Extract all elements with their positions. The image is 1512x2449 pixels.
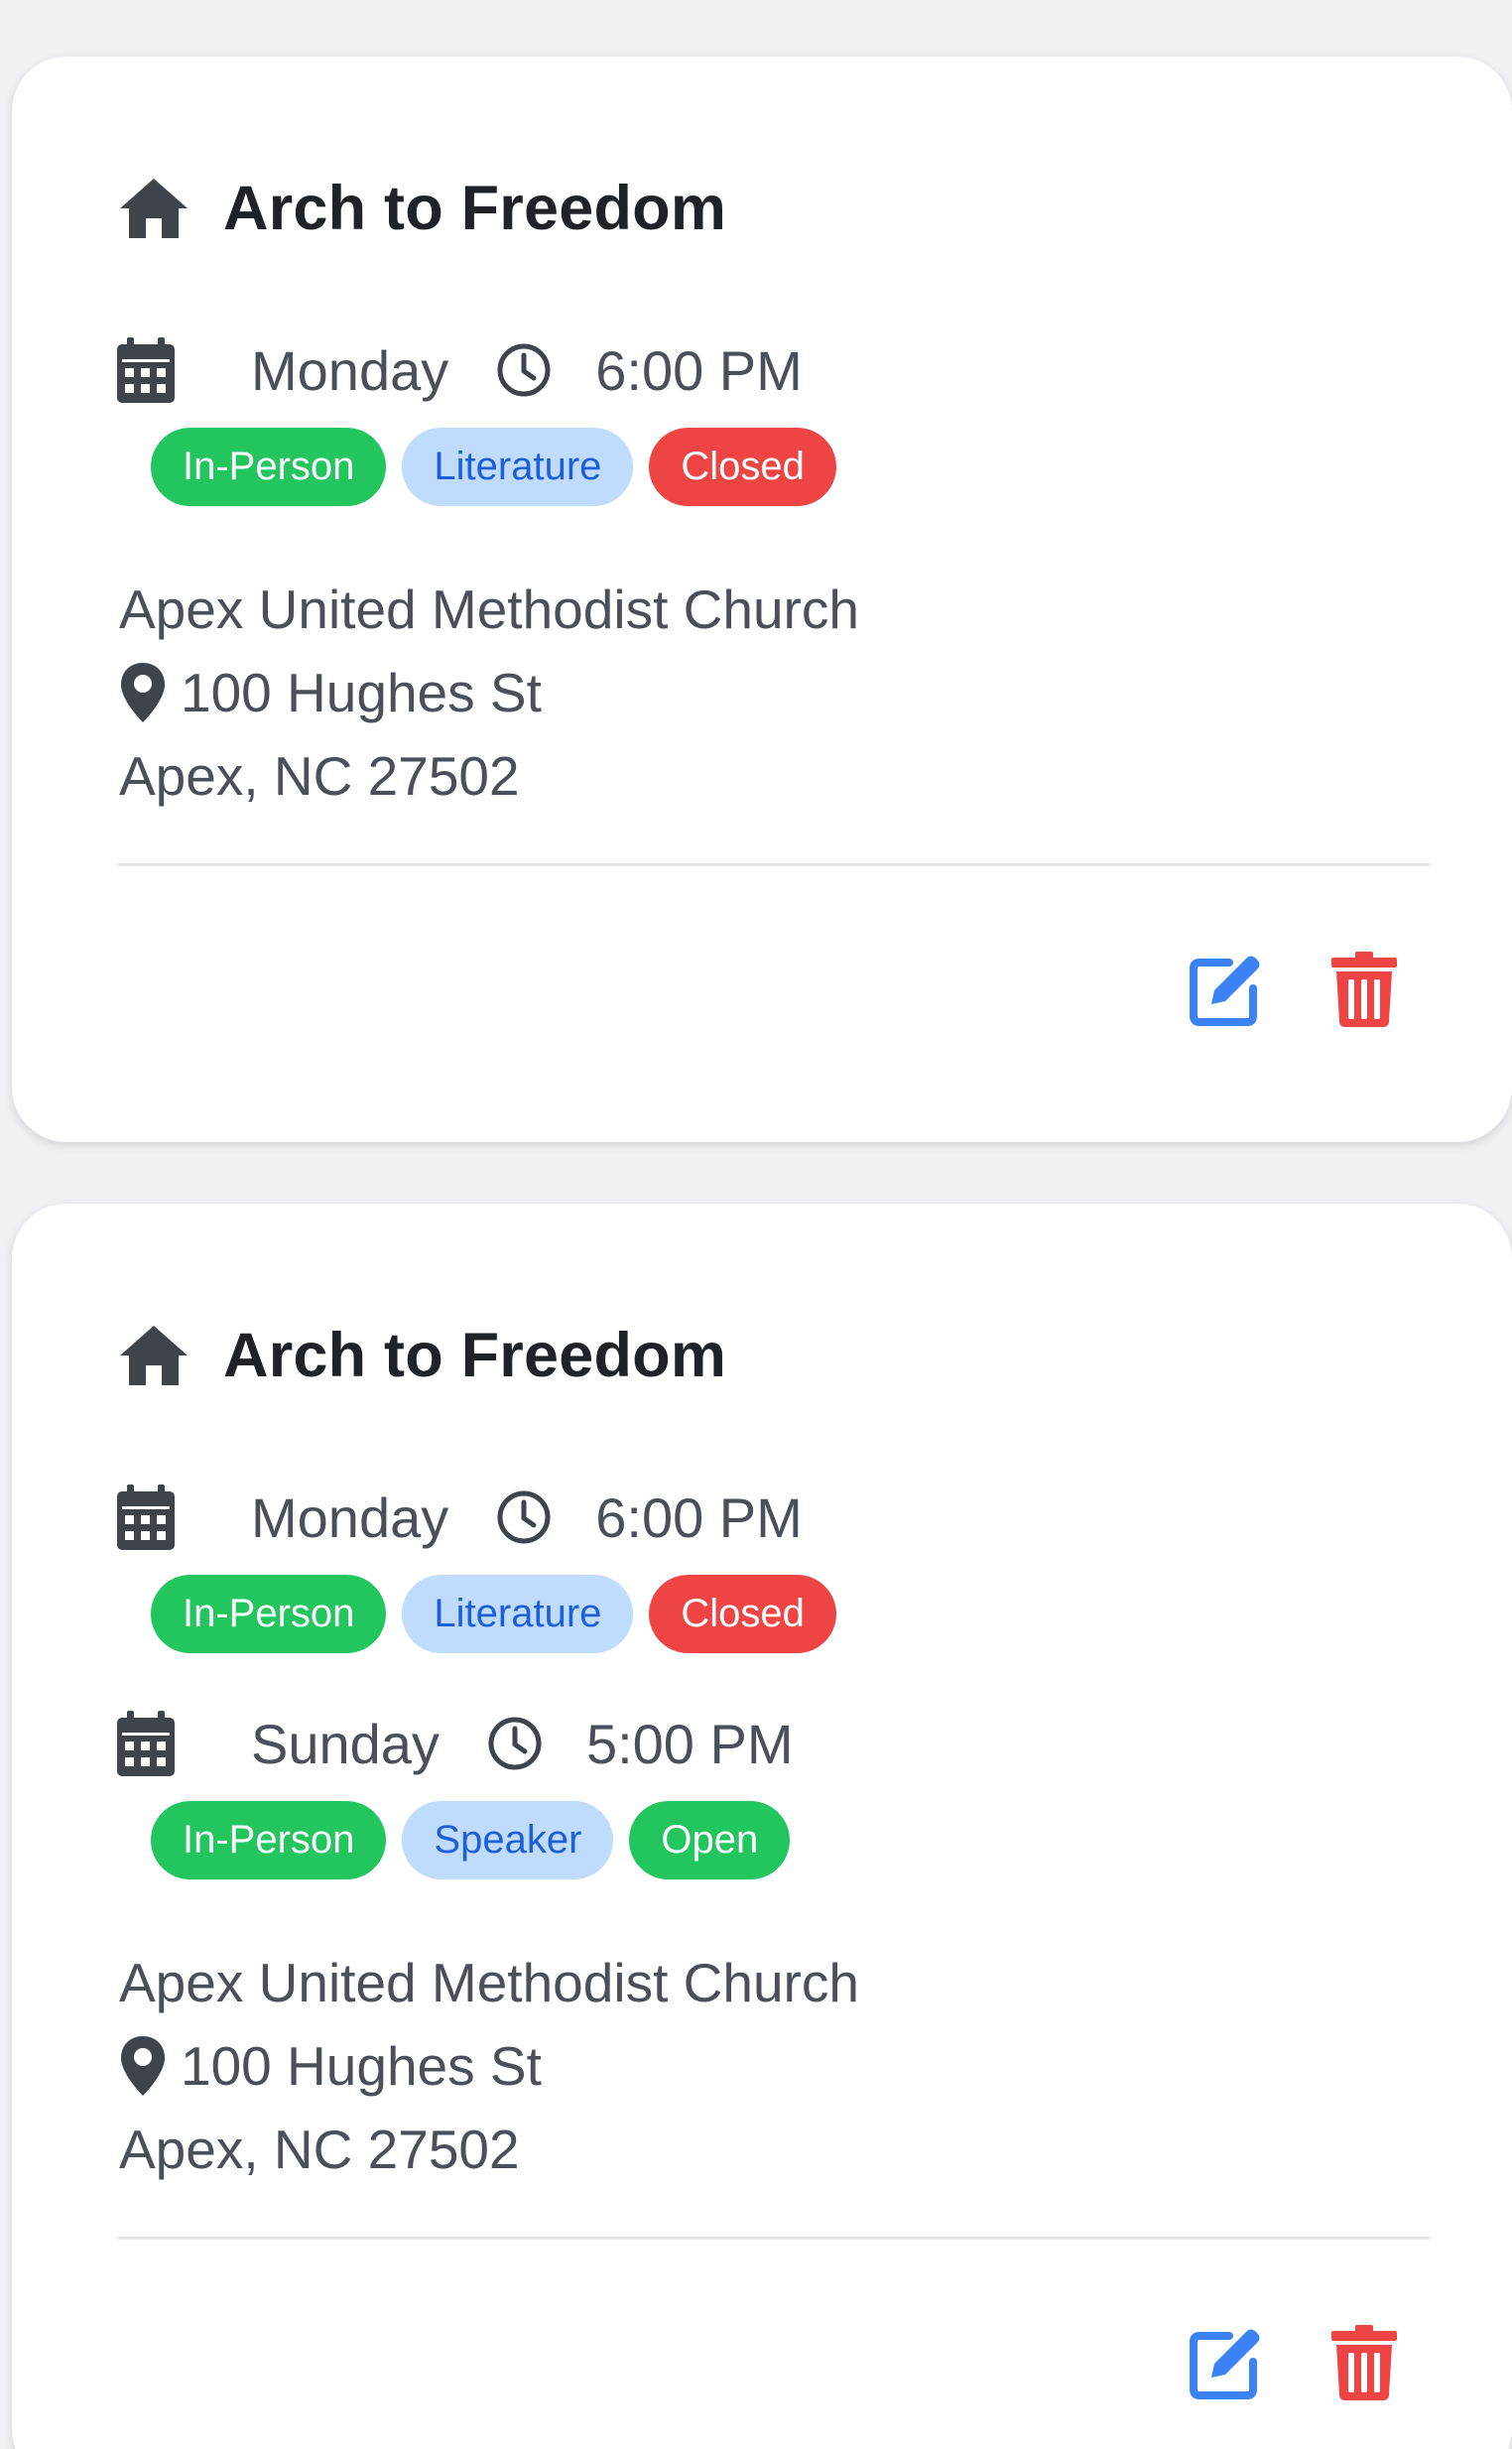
schedule-row: Monday 6:00 PM [117,330,803,410]
tag-format: In-Person [151,427,387,506]
map-pin-icon [121,663,165,722]
tag-format: In-Person [151,1800,387,1879]
tag-type: Speaker [402,1800,614,1879]
schedule-row: Monday 6:00 PM [117,1478,803,1557]
street-address: 100 Hughes St [119,2024,859,2108]
venue-name: Apex United Methodist Church [119,1952,859,2013]
tag-list: In-Person Literature Closed [151,427,852,506]
divider [118,2237,1430,2240]
meeting-address: Apex United Methodist Church 100 Hughes … [119,1941,859,2191]
tag-type: Literature [402,1574,634,1653]
meeting-name: Arch to Freedom [223,1321,727,1390]
delete-button[interactable] [1331,2325,1397,2400]
meeting-address: Apex United Methodist Church 100 Hughes … [119,568,859,818]
meeting-card: Arch to Freedom Monday 6:00 PM In-Person… [12,57,1512,1142]
meeting-time: 6:00 PM [595,338,803,402]
edit-button[interactable] [1190,2326,1263,2399]
venue-name: Apex United Methodist Church [119,579,859,640]
schedule-row: Sunday 5:00 PM [117,1704,794,1783]
home-icon [120,1326,188,1385]
calendar-icon [117,1484,175,1550]
tag-list: In-Person Literature Closed [151,1574,852,1653]
meeting-day: Sunday [251,1712,440,1775]
tag-type: Literature [402,427,634,506]
map-pin-icon [121,2036,165,2096]
home-icon [120,179,188,238]
tag-format: In-Person [151,1574,387,1653]
meeting-day: Monday [251,338,449,402]
clock-icon [497,1490,551,1544]
tag-access: Closed [649,1574,836,1653]
meeting-title-row: Arch to Freedom [118,1311,726,1400]
clock-icon [488,1717,542,1770]
city-state-zip: Apex, NC 27502 [119,2119,520,2180]
meeting-time: 6:00 PM [595,1485,803,1549]
meeting-title-row: Arch to Freedom [118,164,726,253]
meeting-card: Arch to Freedom Monday 6:00 PM In-Person… [12,1204,1512,2449]
clock-icon [497,343,551,397]
delete-button[interactable] [1331,952,1397,1027]
calendar-icon [117,1711,175,1776]
meeting-day: Monday [251,1485,449,1549]
meeting-list: Arch to Freedom Monday 6:00 PM In-Person… [0,0,1512,2449]
meeting-time: 5:00 PM [585,1712,794,1775]
tag-access: Open [629,1800,791,1879]
tag-access: Closed [649,427,836,506]
city-state-zip: Apex, NC 27502 [119,745,520,807]
meeting-name: Arch to Freedom [223,174,727,243]
calendar-icon [117,337,175,403]
street-address: 100 Hughes St [119,651,859,734]
divider [118,863,1430,866]
edit-button[interactable] [1190,953,1263,1026]
tag-list: In-Person Speaker Open [151,1800,806,1879]
